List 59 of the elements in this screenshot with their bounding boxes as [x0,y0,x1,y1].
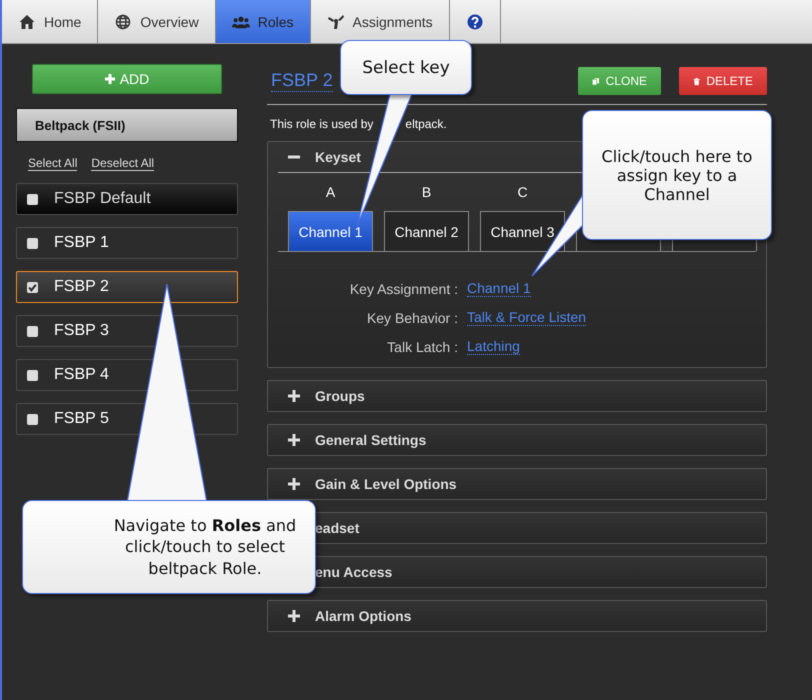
section-title[interactable]: Groups [315,388,365,404]
role-name: FSBP 5 [54,410,109,428]
deselect-all-link[interactable]: Deselect All [91,156,154,171]
section-title[interactable]: General Settings [315,432,426,448]
callout-tooltip: Navigate to Roles and click/touch to select beltpack Role. [22,500,316,594]
checkbox[interactable] [27,282,38,292]
key-label: C [517,184,528,200]
role-name: FSBP 2 [54,278,109,296]
checkbox[interactable] [27,326,38,336]
section-title[interactable]: eadset [315,520,360,536]
help-icon [466,14,484,30]
plus-icon[interactable] [288,610,300,622]
callout-tooltip: Select key [340,40,472,95]
role-name: FSBP 3 [54,322,109,340]
setting-label: Key Assignment : [348,280,458,296]
role-list-item[interactable]: FSBP 2 [16,271,238,303]
checkbox[interactable] [27,238,38,248]
key-button[interactable]: Channel 3 [480,211,565,251]
users-icon [232,14,250,30]
nav-tab[interactable]: Roles [216,0,311,43]
key-label: A [326,184,336,200]
section-title[interactable]: Alarm Options [315,608,412,624]
setting-label: Talk Latch : [386,338,458,354]
plus-icon [104,74,115,84]
checkbox[interactable] [27,370,38,380]
role-list-item[interactable]: FSBP 3 [16,315,238,347]
setting-link[interactable]: Talk & Force Listen [467,309,586,326]
key-button[interactable]: Channel 2 [384,211,469,251]
section-title[interactable]: Keyset [315,149,361,165]
setting-label: Key Behavior : [366,310,458,326]
plus-icon[interactable] [288,478,300,490]
plus-icon[interactable] [288,390,300,402]
role-name: FSBP 4 [54,366,109,384]
device-type-header[interactable]: Beltpack (FSII) [16,108,238,142]
section-title[interactable]: enu Access [315,564,392,580]
trash-icon [693,76,700,86]
role-list-item[interactable]: FSBP Default [16,183,238,215]
setting-link[interactable]: Channel 1 [467,280,531,297]
usage-text: eltpack. [405,117,447,131]
delete-button[interactable]: DELETE [679,67,767,95]
nav-tab[interactable]: Home [2,0,98,43]
role-title[interactable]: FSBP 2 [271,70,333,92]
setting-link[interactable]: Latching [467,338,520,355]
role-name: FSBP Default [54,190,151,208]
callout-tooltip: Click/touch here to assign key to a Channel [582,110,772,240]
copy-icon [592,76,600,86]
connector-icon [326,14,345,30]
role-name: FSBP 1 [54,234,109,252]
role-list-item[interactable]: FSBP 1 [16,227,238,259]
checkbox[interactable] [27,194,38,204]
checkbox[interactable] [27,414,38,424]
plus-icon[interactable] [288,434,300,446]
section-title[interactable]: Gain & Level Options [315,476,457,492]
select-all-link[interactable]: Select All [28,156,78,171]
key-label: B [422,184,432,200]
usage-text: This role is used by [270,117,374,131]
key-button[interactable]: Channel 1 [288,211,373,251]
globe-icon [114,14,132,30]
home-icon [18,14,36,30]
